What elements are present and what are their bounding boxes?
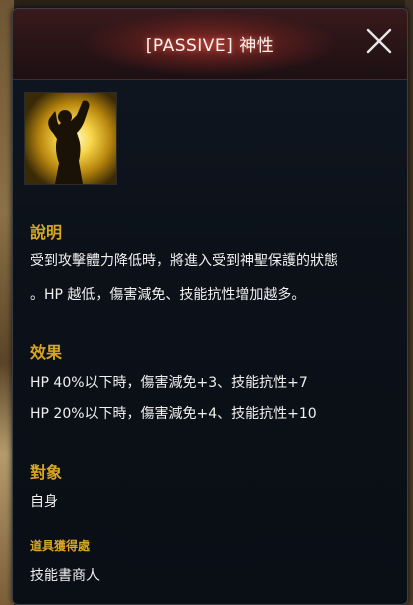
close-icon[interactable] bbox=[365, 27, 393, 55]
skill-title: [PASSIVE] 神性 bbox=[145, 36, 275, 56]
acquisition-value: 技能書商人 bbox=[30, 568, 100, 584]
description-line-2: 。HP 越低，傷害減免、技能抗性增加越多。 bbox=[30, 287, 306, 303]
title-bar: [PASSIVE] 神性 bbox=[13, 9, 407, 80]
description-heading: 說明 bbox=[30, 223, 63, 242]
acquisition-heading: 道具獲得處 bbox=[30, 539, 91, 553]
effect-line-2: HP 20%以下時，傷害減免+4、技能抗性+10 bbox=[30, 406, 317, 422]
skill-icon bbox=[24, 92, 117, 185]
skill-tooltip-panel: [PASSIVE] 神性 說明 受到攻擊體力降低時，將進入受到神聖保護的狀態 。… bbox=[12, 8, 408, 605]
effect-line-1: HP 40%以下時，傷害減免+3、技能抗性+7 bbox=[30, 375, 308, 391]
target-heading: 對象 bbox=[30, 463, 63, 482]
description-line-1: 受到攻擊體力降低時，將進入受到神聖保護的狀態 bbox=[30, 253, 338, 269]
target-value: 自身 bbox=[30, 494, 58, 510]
effects-heading: 效果 bbox=[30, 343, 63, 362]
